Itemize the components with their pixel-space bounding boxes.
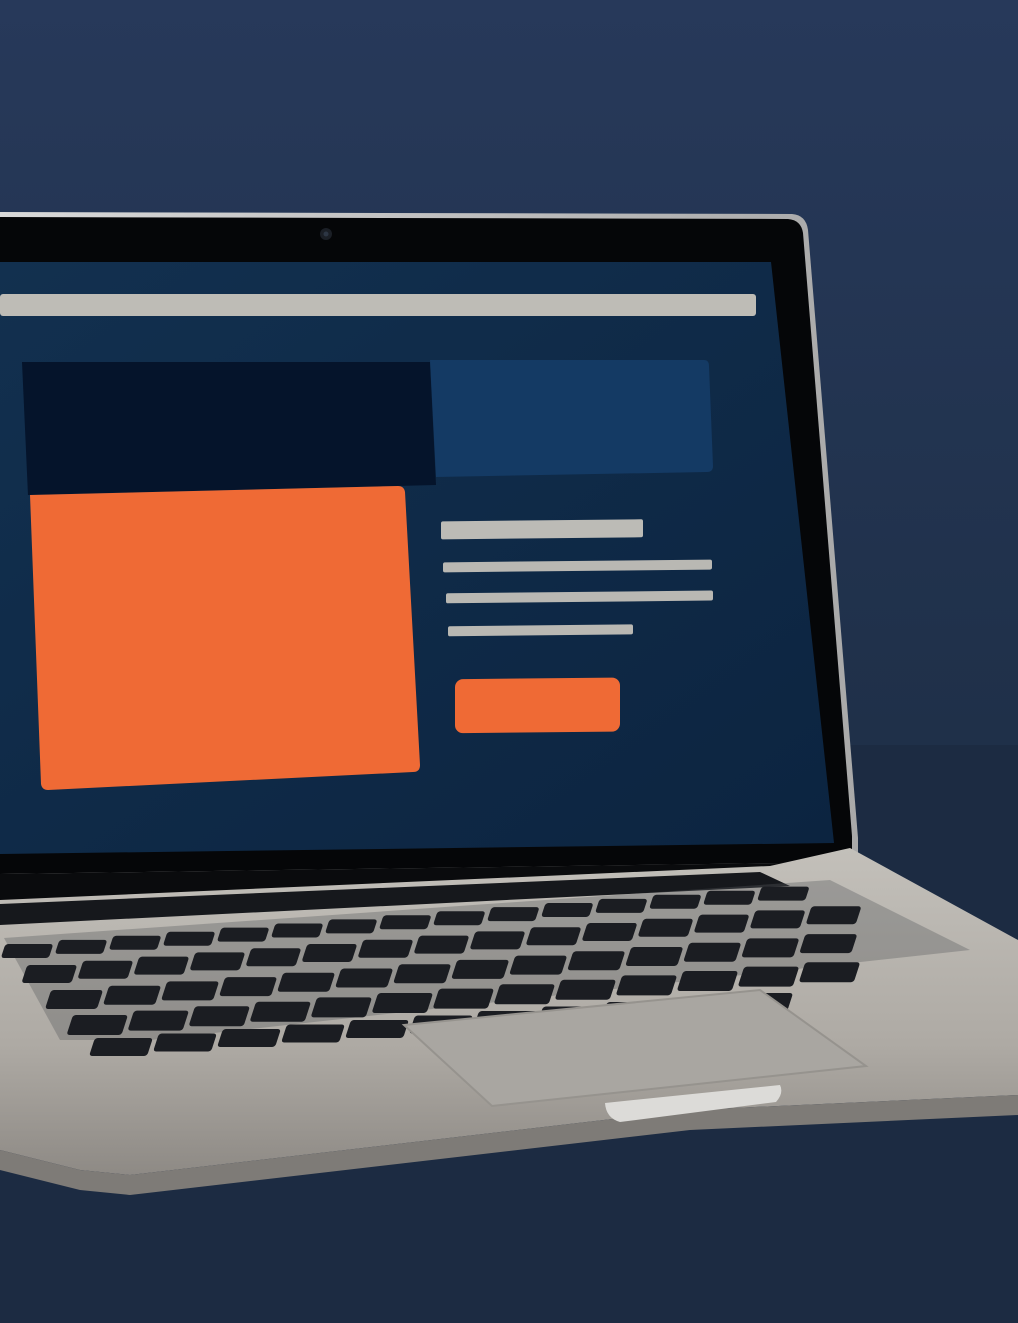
- keyboard-key: [161, 981, 219, 1001]
- keyboard-key: [217, 1029, 281, 1047]
- keyboard-key: [526, 927, 581, 946]
- keyboard-key: [800, 934, 857, 954]
- keyboard-key: [638, 918, 693, 937]
- keyboard-key: [509, 955, 567, 975]
- keyboard-key: [335, 968, 393, 988]
- hero-blue-panel: [430, 360, 713, 477]
- keyboard-key: [694, 914, 749, 933]
- keyboard-key: [625, 947, 683, 966]
- keyboard-key: [163, 931, 215, 946]
- keyboard-key: [281, 1024, 345, 1043]
- keyboard-key: [738, 966, 799, 987]
- keyboard-key: [128, 1010, 189, 1031]
- orange-image-block: [30, 486, 420, 790]
- keyboard-key: [433, 911, 485, 926]
- keyboard-key: [358, 939, 413, 958]
- address-bar: [0, 294, 756, 316]
- keyboard-key: [1, 944, 53, 958]
- keyboard-key: [433, 988, 494, 1009]
- keyboard-key: [595, 898, 647, 913]
- keyboard-key: [219, 977, 277, 997]
- keyboard-key: [494, 984, 555, 1005]
- keyboard-key: [649, 894, 701, 909]
- keyboard-key: [67, 1015, 128, 1035]
- keyboard-key: [393, 964, 451, 984]
- keyboard-key: [750, 910, 805, 929]
- keyboard-key: [757, 886, 809, 901]
- keyboard-key: [78, 960, 133, 979]
- keyboard-key: [470, 931, 525, 950]
- text-line: [448, 624, 633, 637]
- keyboard-key: [799, 962, 860, 983]
- keyboard-key: [277, 972, 335, 992]
- keyboard-key: [742, 938, 799, 958]
- keyboard-key: [567, 951, 625, 971]
- keyboard-key: [345, 1020, 409, 1038]
- keyboard-key: [302, 944, 357, 962]
- orange-cta-button: [455, 677, 620, 734]
- keyboard-key: [134, 956, 189, 975]
- keyboard-key: [22, 965, 77, 983]
- keyboard-key: [217, 927, 269, 942]
- laptop-scene: [0, 0, 1018, 1323]
- keyboard-key: [45, 990, 103, 1009]
- keyboard-key: [677, 971, 738, 991]
- keyboard-key: [153, 1033, 217, 1052]
- keyboard-key: [703, 890, 755, 905]
- keyboard-key: [414, 935, 469, 954]
- keyboard-key: [246, 948, 301, 967]
- keyboard-key: [379, 915, 431, 930]
- keyboard-key: [582, 923, 637, 941]
- keyboard-key: [616, 975, 677, 996]
- keyboard-key: [325, 919, 377, 934]
- keyboard-key: [55, 939, 107, 954]
- keyboard-key: [451, 959, 509, 979]
- keyboard-key: [190, 952, 245, 971]
- keyboard-key: [684, 942, 741, 962]
- hero-dark-panel: [22, 362, 436, 495]
- keyboard-key: [555, 979, 616, 1000]
- keyboard-key: [189, 1006, 250, 1027]
- keyboard-key: [271, 923, 323, 938]
- keyboard-key: [89, 1038, 153, 1056]
- keyboard-key: [487, 907, 539, 922]
- keyboard-key: [250, 1001, 311, 1022]
- heading-line: [441, 519, 643, 540]
- keyboard-key: [103, 985, 161, 1005]
- keyboard-key: [109, 935, 161, 950]
- keyboard-key: [311, 997, 372, 1018]
- keyboard-key: [806, 906, 861, 925]
- keyboard-key: [372, 993, 433, 1013]
- keyboard-key: [541, 903, 593, 917]
